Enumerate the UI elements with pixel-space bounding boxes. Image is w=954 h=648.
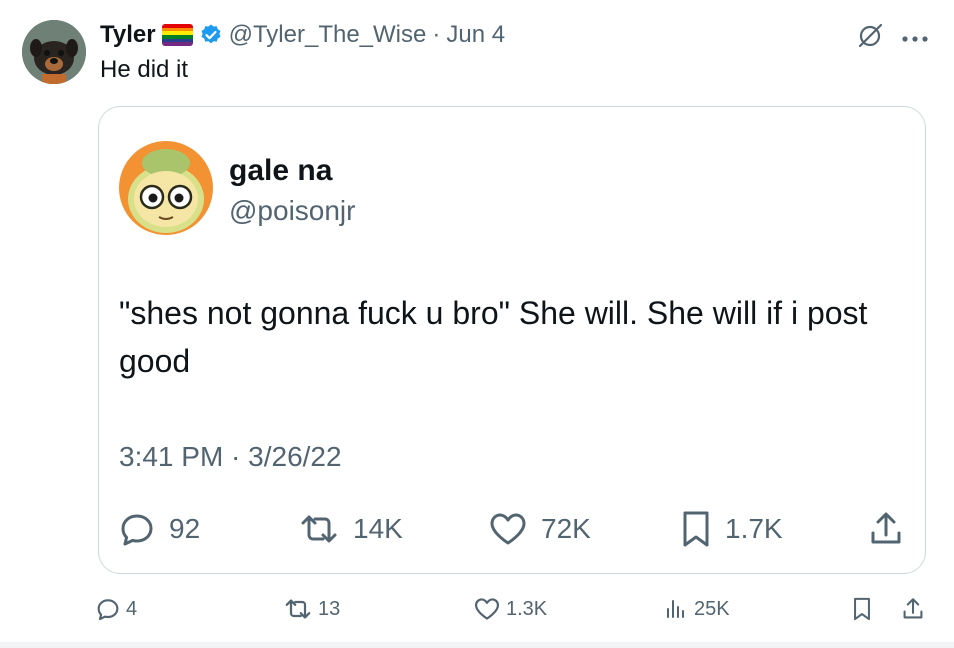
bookmark-icon: [683, 511, 709, 547]
quoted-like-count: 72K: [541, 513, 591, 544]
share-icon: [903, 598, 923, 619]
like-button[interactable]: 1.3K: [474, 592, 547, 626]
dog-avatar-icon: [22, 20, 86, 84]
repost-icon: [285, 599, 311, 619]
author-handle[interactable]: @Tyler_The_Wise: [229, 21, 427, 49]
divider: [0, 642, 954, 648]
quoted-tweet-card[interactable]: gale na @poisonjr "shes not gonna fuck u…: [98, 106, 926, 574]
quoted-tweet-text: "shes not gonna fuck u bro" She will. Sh…: [119, 295, 868, 379]
quoted-timestamp: 3:41 PM · 3/26/22: [119, 441, 342, 472]
reply-icon: [121, 514, 153, 546]
tweet-top-actions: [856, 22, 928, 55]
bookmark-button[interactable]: [852, 592, 872, 626]
quoted-share-button[interactable]: [869, 507, 903, 551]
separator-dot: ·: [432, 21, 441, 48]
reply-count: 4: [126, 597, 138, 620]
views-count: 25K: [694, 597, 730, 620]
share-icon: [871, 512, 901, 544]
cartoon-avatar-icon: [119, 141, 213, 235]
quoted-author-name[interactable]: gale na: [229, 154, 332, 188]
quoted-repost-button[interactable]: 14K: [299, 507, 403, 551]
quoted-bookmark-count: 1.7K: [725, 513, 783, 544]
bookmark-icon: [854, 597, 870, 621]
reply-button[interactable]: 4: [96, 592, 137, 626]
quoted-reply-count: 92: [169, 513, 201, 544]
rainbow-flag-icon: [161, 24, 193, 46]
more-options-icon[interactable]: [902, 30, 928, 48]
share-button[interactable]: [902, 592, 924, 626]
tweet-date[interactable]: Jun 4: [446, 21, 505, 49]
tweet-text: He did it: [100, 56, 189, 83]
repost-count: 13: [318, 597, 341, 620]
reply-icon: [97, 599, 119, 621]
quoted-author-avatar[interactable]: [119, 141, 213, 235]
views-button[interactable]: 25K: [664, 592, 730, 626]
like-count: 1.3K: [506, 597, 548, 620]
quoted-reply-button[interactable]: 92: [119, 507, 200, 551]
quoted-actions-bar: 92 14K 72K 1.7K: [119, 507, 905, 551]
views-chart-icon: [667, 600, 684, 618]
grok-icon[interactable]: [856, 22, 884, 55]
heart-icon: [490, 513, 526, 545]
quoted-like-button[interactable]: 72K: [489, 507, 591, 551]
author-name[interactable]: Tyler: [100, 21, 156, 49]
tweet-actions-bar: 4 13 1.3K 25K: [96, 592, 926, 626]
verified-badge-icon: [199, 23, 223, 47]
tweet-header: Tyler @Tyler_The_Wise · Jun 4: [100, 20, 505, 50]
author-avatar[interactable]: [22, 20, 86, 84]
quoted-repost-count: 14K: [353, 513, 403, 544]
heart-icon: [474, 598, 500, 620]
quoted-author-handle[interactable]: @poisonjr: [229, 195, 355, 227]
repost-icon: [301, 515, 337, 543]
quoted-bookmark-button[interactable]: 1.7K: [681, 507, 783, 551]
repost-button[interactable]: 13: [284, 592, 340, 626]
